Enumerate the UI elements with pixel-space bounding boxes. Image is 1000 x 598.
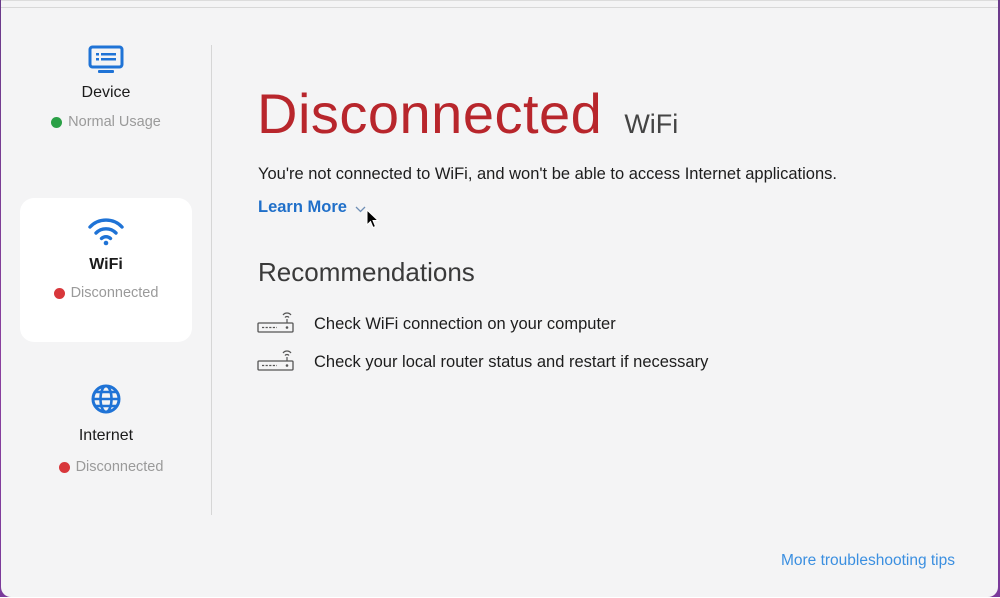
sidebar: Device Normal Usage WiFi Disconnected In… [1, 1, 211, 598]
sidebar-item-label: WiFi [89, 256, 123, 273]
window-frame: Device Normal Usage WiFi Disconnected In… [0, 0, 1000, 597]
status-text: Disconnected [75, 459, 164, 475]
chevron-down-icon [355, 202, 366, 216]
more-troubleshooting-tips-link[interactable]: More troubleshooting tips [781, 552, 955, 570]
recommendations-heading: Recommendations [258, 257, 475, 287]
status-badge: Disconnected [30, 459, 192, 475]
wifi-icon [20, 216, 192, 246]
status-dot-icon [53, 287, 65, 299]
connection-status-title: Disconnected [257, 82, 603, 145]
status-text: Normal Usage [68, 114, 161, 130]
recommendation-item: Check your local router status and resta… [257, 347, 708, 378]
sidebar-divider [211, 45, 212, 515]
recommendation-item: Check WiFi connection on your computer [257, 309, 616, 340]
globe-icon [20, 383, 192, 415]
mouse-cursor-icon [366, 208, 380, 234]
app-window: Device Normal Usage WiFi Disconnected In… [1, 0, 998, 597]
sidebar-item-label: Internet [78, 427, 134, 444]
sidebar-item-wifi[interactable]: WiFi Disconnected [20, 198, 192, 342]
monitor-icon [20, 45, 192, 75]
sidebar-item-internet[interactable]: Internet Disconnected [20, 371, 192, 515]
status-badge: Disconnected [20, 285, 192, 301]
sidebar-item-device[interactable]: Device Normal Usage [20, 27, 192, 171]
learn-more-link[interactable]: Learn More [258, 198, 366, 217]
status-badge: Normal Usage [20, 114, 192, 130]
recommendation-text: Check WiFi connection on your computer [314, 315, 616, 333]
learn-more-label: Learn More [258, 198, 347, 216]
status-text: Disconnected [70, 285, 159, 301]
status-dot-icon [58, 461, 70, 473]
router-icon [257, 347, 294, 378]
status-header: Disconnected WiFi [257, 81, 678, 146]
status-dot-icon [51, 116, 63, 128]
connection-subject: WiFi [624, 109, 679, 139]
sidebar-item-label: Device [81, 84, 131, 101]
status-message: You're not connected to WiFi, and won't … [258, 165, 837, 183]
router-icon [257, 309, 294, 340]
recommendation-text: Check your local router status and resta… [314, 353, 709, 371]
